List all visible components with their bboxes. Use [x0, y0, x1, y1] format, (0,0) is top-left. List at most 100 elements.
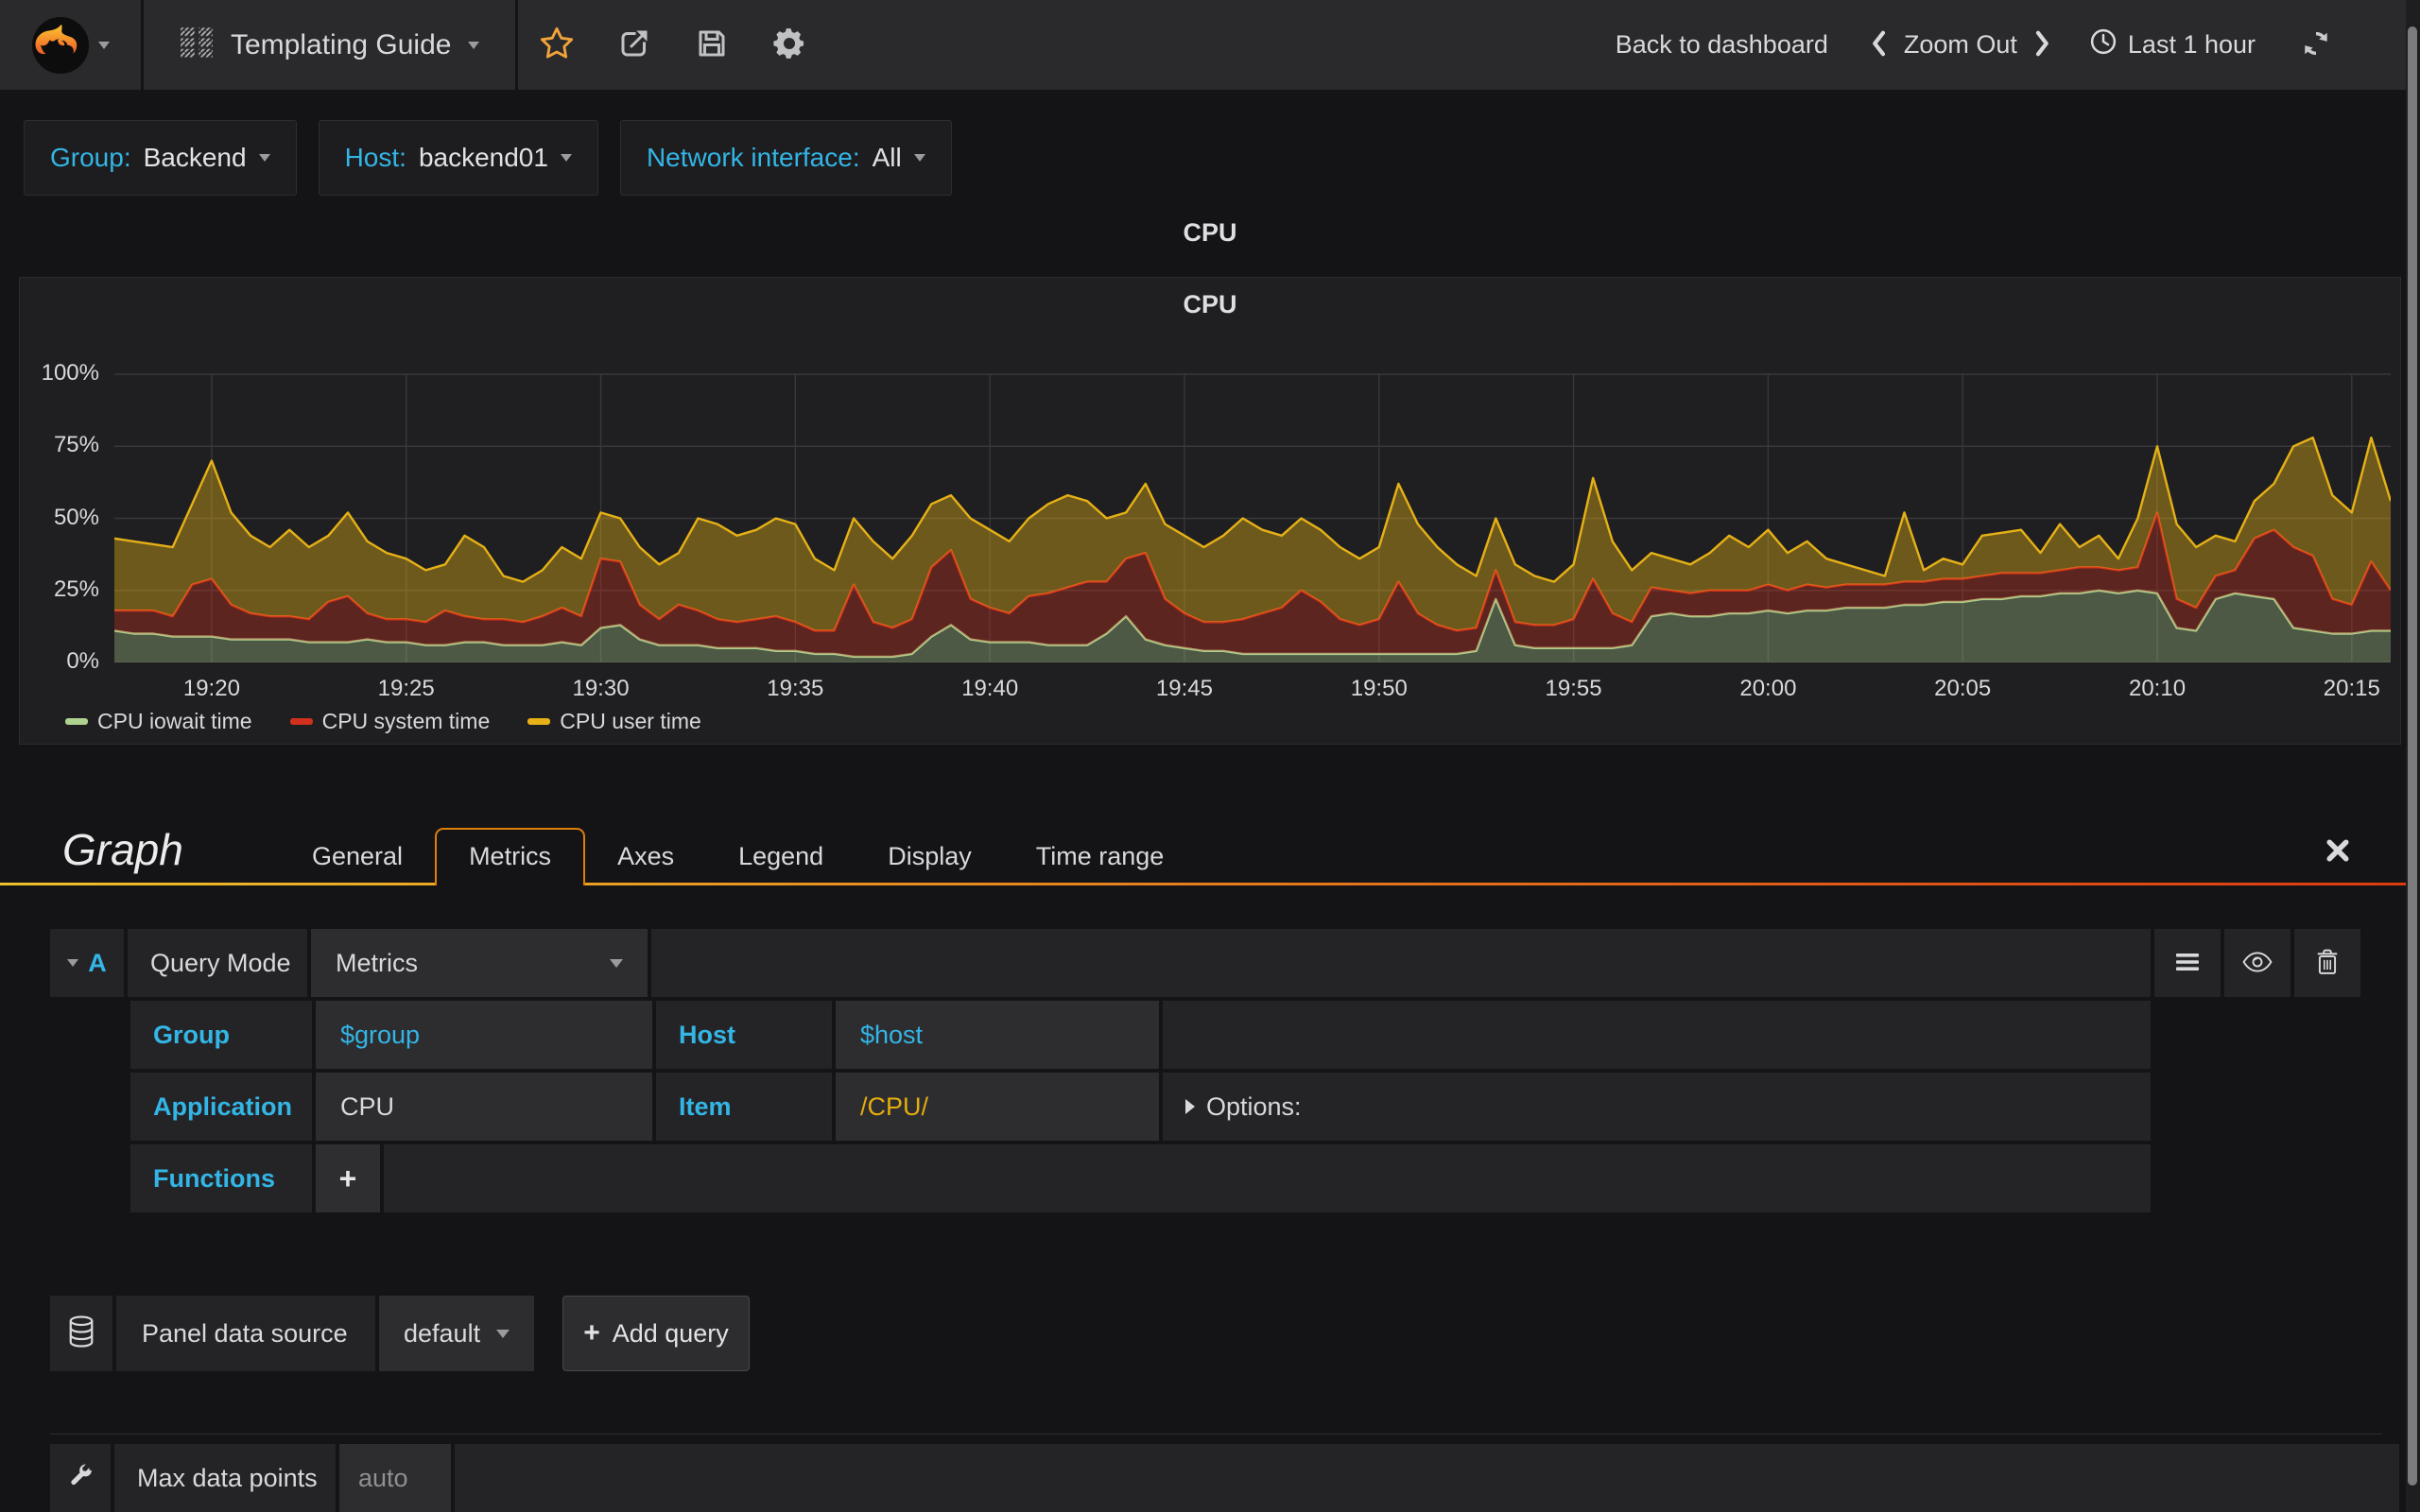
chevron-left-icon: [1868, 29, 1889, 60]
legend-item[interactable]: CPU user time: [527, 709, 701, 734]
row-title: CPU: [1183, 218, 1237, 247]
item-input[interactable]: /CPU/: [836, 1073, 1159, 1141]
add-query-button[interactable]: + Add query: [562, 1296, 750, 1371]
dashboard-title-menu[interactable]: Templating Guide: [144, 0, 519, 90]
tab-time-range[interactable]: Time range: [1004, 830, 1197, 885]
close-editor-button[interactable]: [2324, 836, 2352, 868]
save-button[interactable]: [673, 0, 751, 90]
close-icon: [2324, 839, 2352, 868]
variable-host-dropdown[interactable]: Host: backend01: [318, 120, 598, 196]
add-function-button[interactable]: +: [316, 1144, 380, 1212]
max-data-points-label: Max data points: [114, 1444, 336, 1512]
legend-series-name: CPU iowait time: [97, 709, 252, 733]
cpu-panel: CPU 0% 25% 50% 75% 100% 19:20 19:25 19:30 19:35 1…: [19, 277, 2401, 745]
query-collapse-toggle[interactable]: A: [50, 929, 124, 997]
options-label: Options:: [1206, 1091, 1302, 1121]
query-editor: A Query Mode Metrics Group $group Host $…: [50, 929, 2360, 1212]
group-input[interactable]: $group: [316, 1001, 652, 1069]
star-button[interactable]: [518, 0, 596, 90]
scrollbar-thumb[interactable]: [2408, 26, 2417, 1486]
chevron-down-icon: [258, 154, 270, 162]
legend-swatch-icon: [289, 718, 313, 725]
legend-item[interactable]: CPU system time: [289, 709, 490, 734]
item-label: Item: [656, 1073, 832, 1141]
trash-icon: [2316, 949, 2339, 978]
max-data-points-input[interactable]: [339, 1444, 451, 1512]
variable-group-dropdown[interactable]: Group: Backend: [24, 120, 297, 196]
y-axis-label: 25%: [53, 576, 99, 602]
datasource-label: Panel data source: [116, 1296, 375, 1371]
query-delete-button[interactable]: [2294, 929, 2360, 997]
settings-button[interactable]: [751, 0, 828, 90]
back-to-dashboard-link[interactable]: Back to dashboard: [1616, 30, 1828, 60]
cpu-graph-plot[interactable]: [113, 327, 2393, 663]
query-letter: A: [88, 948, 107, 977]
datasource-dropdown[interactable]: default: [379, 1296, 534, 1371]
variable-host-value: backend01: [418, 143, 548, 172]
tab-general[interactable]: General: [280, 830, 435, 885]
query-mode-dropdown[interactable]: Metrics: [311, 929, 648, 997]
chart-legend: CPU iowait time CPU system time CPU user t…: [65, 709, 2400, 734]
time-shift-back-button[interactable]: [1868, 29, 1889, 60]
variable-group-value: Backend: [143, 143, 247, 172]
x-axis-label: 19:55: [1545, 676, 1602, 701]
save-icon: [695, 26, 729, 63]
legend-series-name: CPU user time: [560, 709, 701, 733]
editor-header: Graph General Metrics Axes Legend Display Tim…: [0, 813, 2420, 885]
panel-settings-icon-cell: [50, 1444, 111, 1512]
x-axis-label: 19:35: [767, 676, 824, 701]
application-input[interactable]: CPU: [316, 1073, 652, 1141]
datasource-row: Panel data source default + Add query: [50, 1296, 2420, 1371]
application-label: Application: [130, 1073, 312, 1141]
legend-swatch-icon: [65, 718, 88, 725]
x-axis-label: 20:05: [1934, 676, 1992, 701]
time-shift-forward-button[interactable]: [2032, 29, 2053, 60]
options-toggle[interactable]: Options:: [1163, 1073, 2151, 1141]
editor-tabs: General Metrics Axes Legend Display Time rang…: [280, 828, 1196, 885]
max-data-points-filler: [455, 1444, 2399, 1512]
query-row-group-host: Group $group Host $host: [130, 1001, 2151, 1069]
time-picker[interactable]: Last 1 hour: [2089, 27, 2256, 62]
dashboard-grid-icon: [180, 26, 214, 64]
chevron-down-icon: [468, 41, 480, 49]
time-range-label: Last 1 hour: [2127, 30, 2256, 59]
tab-metrics[interactable]: Metrics: [435, 828, 586, 885]
query-mode-label: Query Mode: [128, 929, 307, 997]
y-axis-label: 100%: [41, 360, 99, 386]
grafana-menu-button[interactable]: [0, 0, 144, 90]
chevron-right-icon: [2032, 29, 2053, 60]
host-input[interactable]: $host: [836, 1001, 1159, 1069]
variable-network-interface-dropdown[interactable]: Network interface: All: [619, 120, 952, 196]
add-query-label: Add query: [612, 1318, 729, 1348]
tab-display[interactable]: Display: [856, 830, 1004, 885]
query-mode-value: Metrics: [336, 948, 418, 977]
gear-icon: [771, 26, 807, 64]
caret-right-icon: [1185, 1099, 1195, 1114]
chevron-down-icon: [560, 154, 572, 162]
grafana-logo-icon: [31, 16, 90, 75]
database-icon: [67, 1314, 95, 1353]
datasource-icon-cell: [50, 1296, 112, 1371]
query-toggle-visibility-button[interactable]: [2224, 929, 2290, 997]
panel-type-title: Graph: [62, 825, 183, 874]
navbar: Templating Guide Back to dashboard Zoom …: [0, 0, 2420, 90]
legend-swatch-icon: [527, 718, 551, 725]
tab-legend[interactable]: Legend: [706, 830, 856, 885]
clock-icon: [2089, 27, 2118, 62]
share-icon: [617, 26, 651, 63]
variable-network-interface-value: All: [872, 143, 902, 172]
tab-axes[interactable]: Axes: [585, 830, 706, 885]
zoom-out-button[interactable]: Zoom Out: [1904, 30, 2017, 60]
x-axis-label: 20:15: [2323, 676, 2380, 701]
datasource-value: default: [404, 1318, 481, 1348]
share-button[interactable]: [596, 0, 673, 90]
x-axis-label: 20:00: [1739, 676, 1797, 701]
chevron-down-icon: [610, 958, 623, 968]
x-axis-label: 19:25: [377, 676, 435, 701]
query-menu-button[interactable]: [2154, 929, 2221, 997]
legend-item[interactable]: CPU iowait time: [65, 709, 252, 734]
query-row-filler: [384, 1144, 2151, 1212]
refresh-button[interactable]: [2301, 28, 2331, 61]
panel-title[interactable]: CPU: [20, 278, 2400, 327]
hamburger-menu-icon: [2175, 952, 2200, 975]
